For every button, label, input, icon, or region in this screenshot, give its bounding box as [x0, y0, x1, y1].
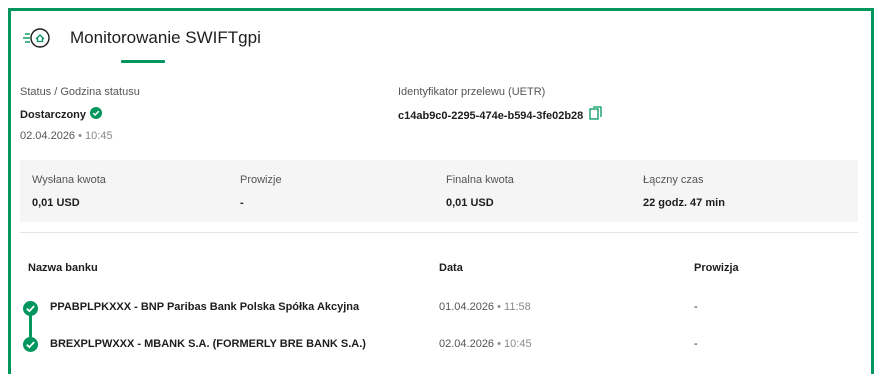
uetr-label: Identyfikator przelewu (UETR)	[398, 86, 546, 98]
row-date: 01.04.2026	[439, 301, 495, 313]
uetr-value: c14ab9c0-2295-474e-b594-3fe02b28	[398, 109, 584, 122]
table-row: BREXPLPWXXX - MBANK S.A. (FORMERLY BRE B…	[20, 336, 858, 356]
fees: Prowizje -	[240, 170, 282, 209]
final-amount-value: 0,01 USD	[446, 197, 494, 209]
bank-name: PPABPLPKXXX - BNP Paribas Bank Polska Sp…	[50, 301, 360, 313]
row-timestamp: 01.04.2026 • 11:58	[439, 301, 531, 313]
status-separator: •	[75, 130, 86, 142]
final-amount: Finalna kwota 0,01 USD	[446, 170, 514, 209]
row-timestamp: 02.04.2026 • 10:45	[439, 338, 532, 350]
title-underline	[121, 60, 165, 63]
table-row: PPABPLPKXXX - BNP Paribas Bank Polska Sp…	[20, 299, 858, 319]
status-label: Status / Godzina statusu	[20, 86, 140, 98]
status-value: Dostarczony	[20, 109, 87, 121]
card-header: Monitorowanie SWIFTgpi	[22, 22, 261, 54]
status-time: 10:45	[85, 130, 113, 142]
final-amount-label: Finalna kwota	[446, 174, 514, 186]
row-separator: •	[494, 301, 505, 313]
check-circle-icon	[90, 106, 103, 124]
swift-transfer-icon	[22, 22, 54, 54]
column-header-bank: Nazwa banku	[28, 262, 98, 274]
sent-amount-value: 0,01 USD	[32, 197, 80, 209]
copy-icon[interactable]	[589, 106, 602, 125]
transfer-summary: Wysłana kwota 0,01 USD Prowizje - Finaln…	[20, 160, 858, 222]
column-header-date: Data	[439, 262, 463, 274]
total-time: Łączny czas 22 godz. 47 min	[643, 170, 725, 209]
page-title: Monitorowanie SWIFTgpi	[70, 28, 261, 47]
fees-label: Prowizje	[240, 174, 282, 186]
total-time-label: Łączny czas	[643, 174, 704, 186]
row-time: 10:45	[504, 338, 532, 350]
row-fee: -	[694, 338, 698, 350]
row-fee: -	[694, 301, 698, 313]
bank-name: BREXPLPWXXX - MBANK S.A. (FORMERLY BRE B…	[50, 338, 366, 350]
row-separator: •	[494, 338, 505, 350]
row-date: 02.04.2026	[439, 338, 495, 350]
uetr-section: Identyfikator przelewu (UETR) c14ab9c0-2…	[398, 86, 602, 125]
status-timestamp: 02.04.2026 • 10:45	[20, 130, 140, 142]
total-time-value: 22 godz. 47 min	[643, 197, 725, 209]
status-section: Status / Godzina statusu Dostarczony 02.…	[20, 86, 140, 142]
row-time: 11:58	[504, 301, 531, 313]
column-header-fee: Prowizja	[694, 262, 739, 274]
sent-amount: Wysłana kwota 0,01 USD	[32, 170, 106, 209]
section-divider	[20, 232, 858, 233]
status-date: 02.04.2026	[20, 130, 76, 142]
sent-amount-label: Wysłana kwota	[32, 174, 106, 186]
fees-value: -	[240, 197, 244, 209]
